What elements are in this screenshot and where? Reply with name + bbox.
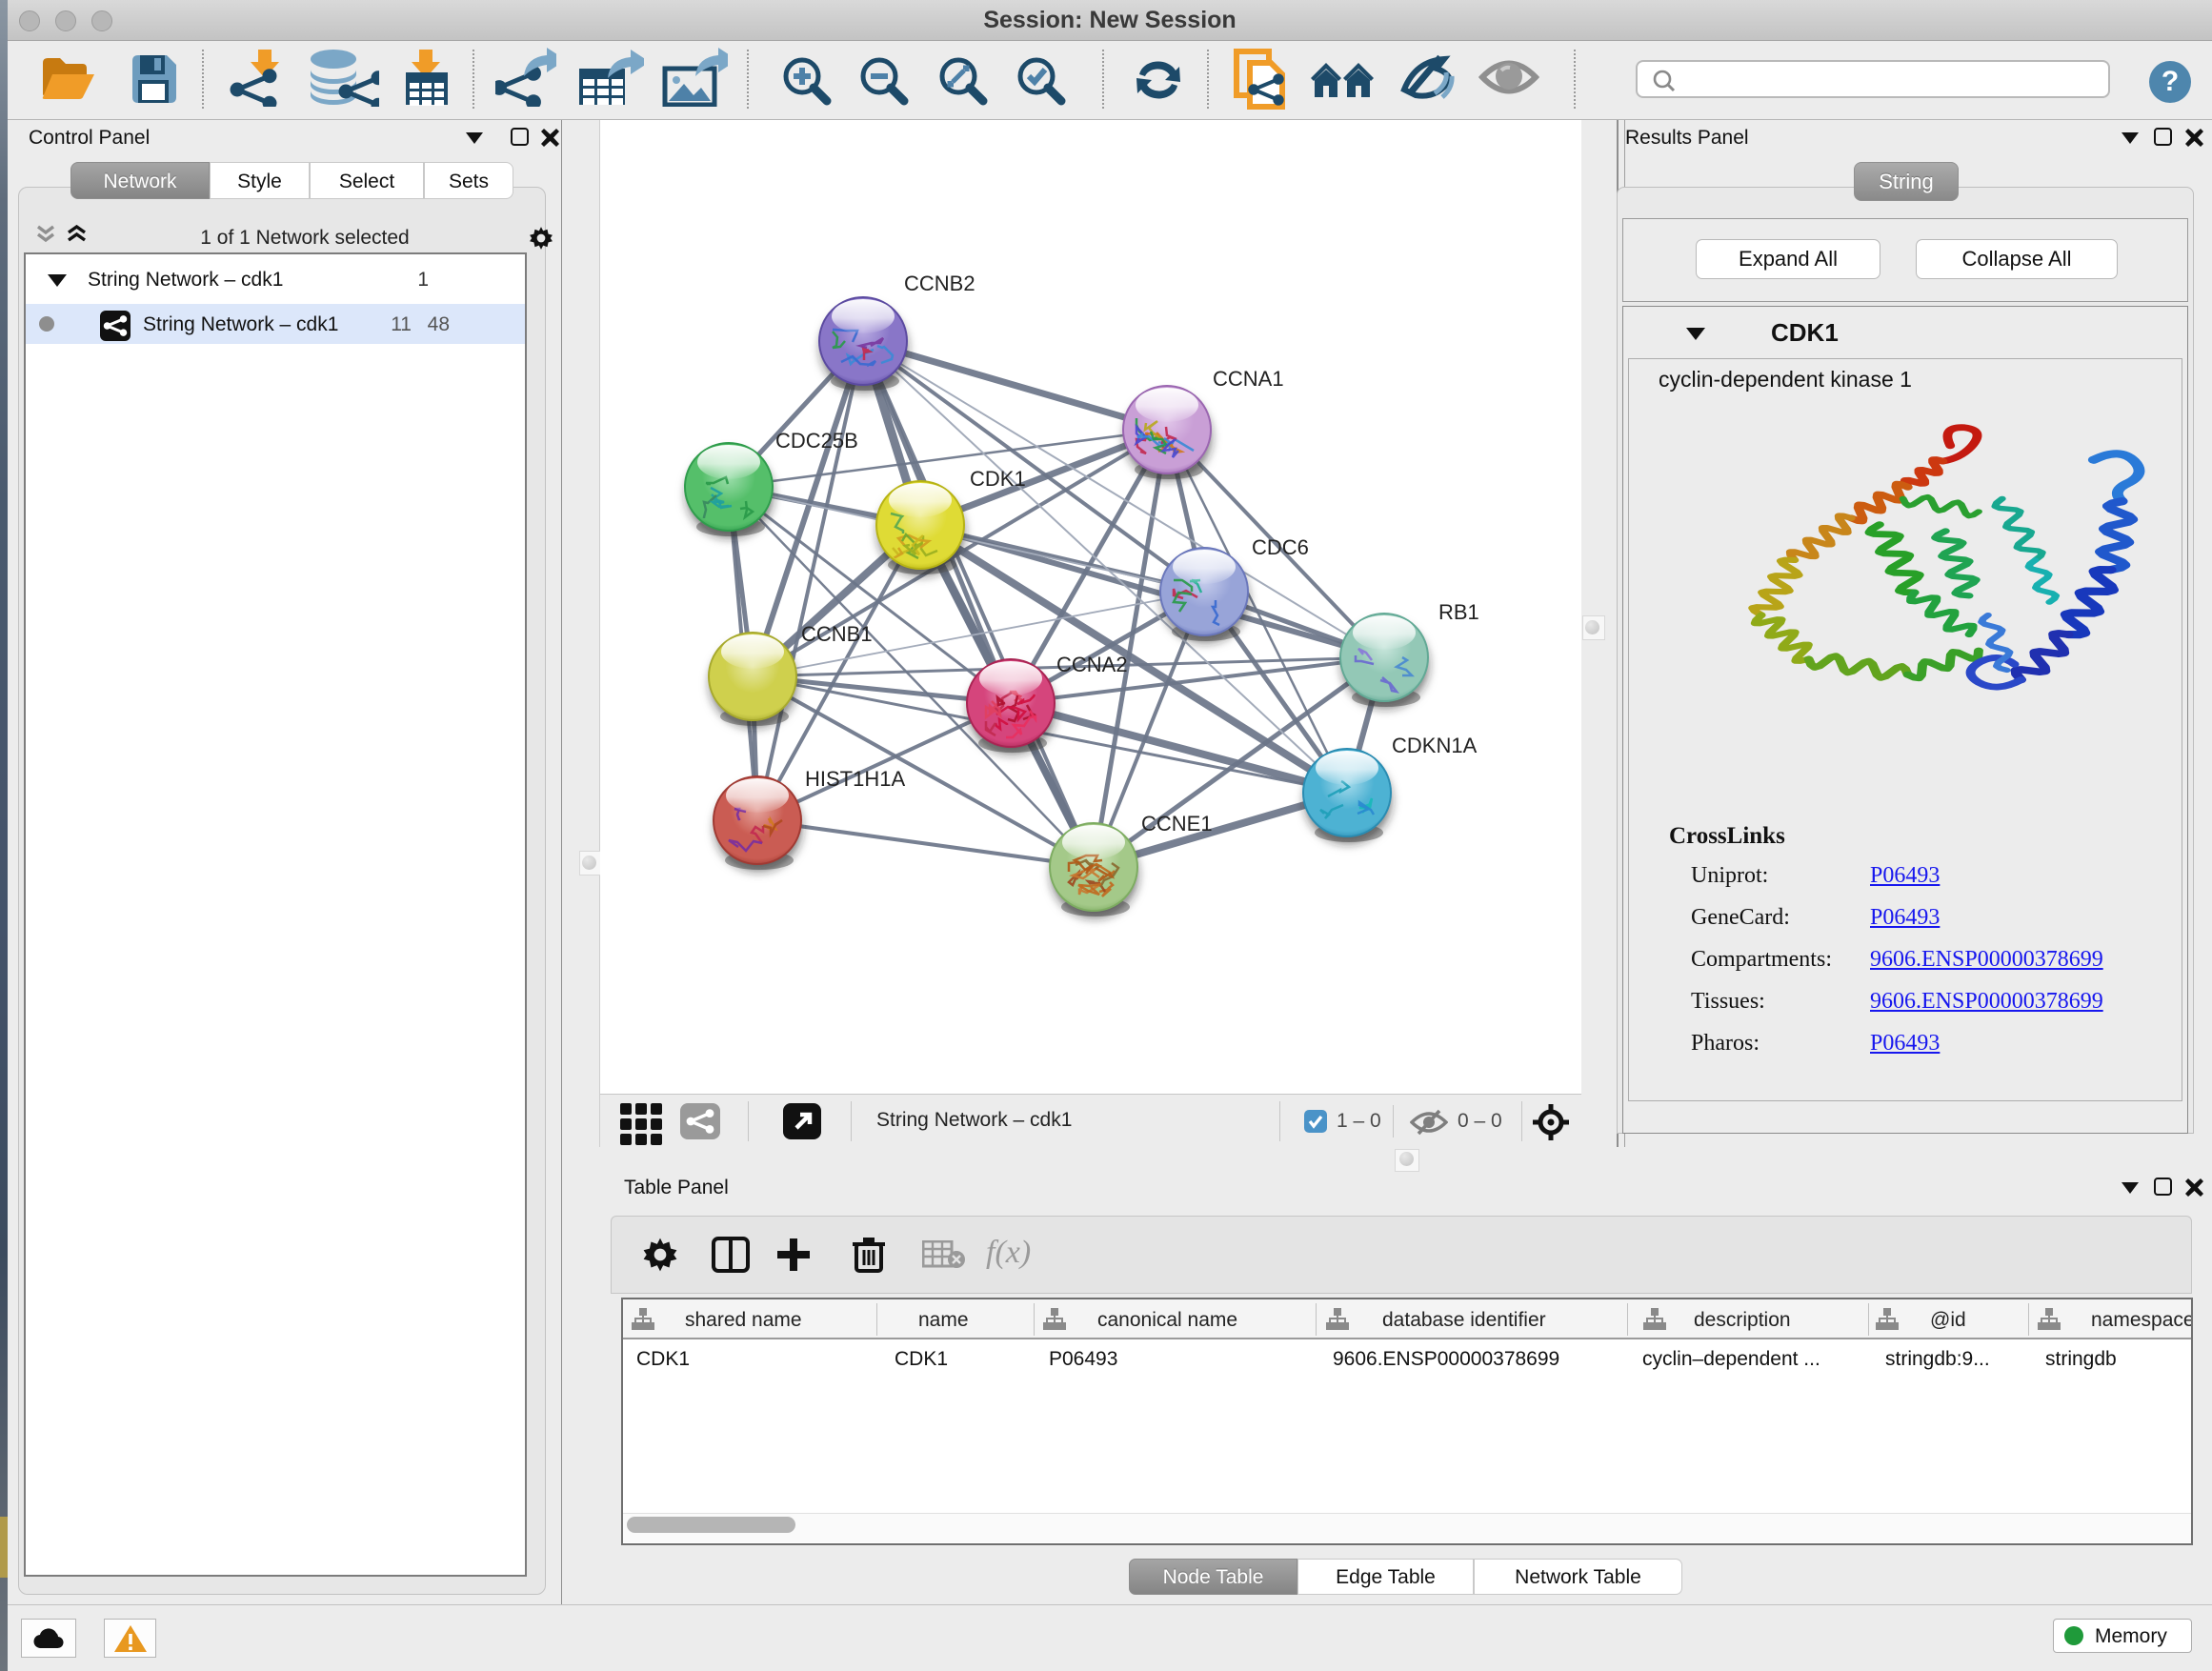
svg-text:CCNB2: CCNB2 <box>904 272 975 295</box>
svg-text:HIST1H1A: HIST1H1A <box>805 767 905 791</box>
svg-text:CCNA2: CCNA2 <box>1056 653 1128 676</box>
svg-text:CDC6: CDC6 <box>1252 535 1309 559</box>
svg-text:CDK1: CDK1 <box>970 467 1026 491</box>
svg-text:CDC25B: CDC25B <box>775 429 858 453</box>
svg-text:CDKN1A: CDKN1A <box>1392 734 1478 757</box>
svg-text:RB1: RB1 <box>1438 600 1479 624</box>
svg-text:CCNA1: CCNA1 <box>1213 367 1284 391</box>
svg-text:CCNB1: CCNB1 <box>801 622 873 646</box>
svg-text:CCNE1: CCNE1 <box>1141 812 1213 836</box>
